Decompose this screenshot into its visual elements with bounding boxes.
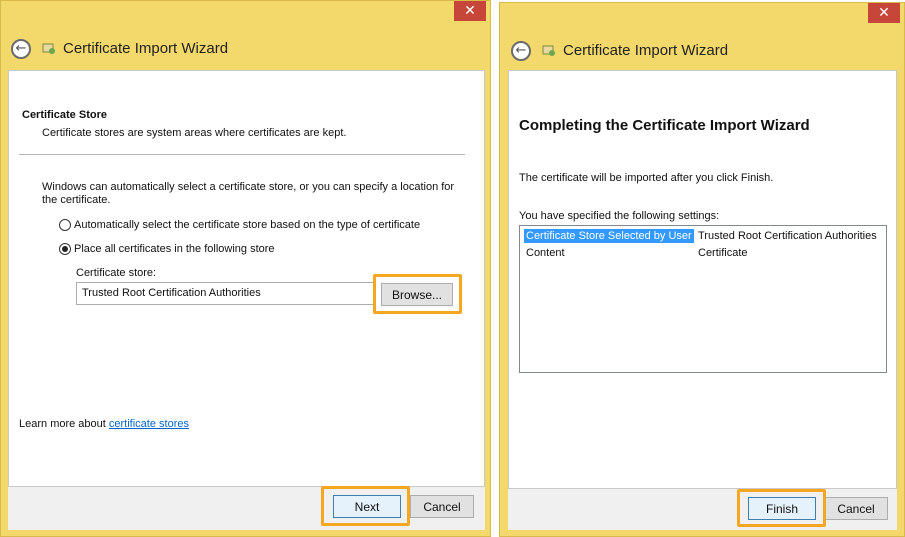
intro-text-line2: the certificate.: [42, 194, 111, 206]
cancel-button[interactable]: Cancel: [824, 497, 888, 520]
certificate-store-value: Trusted Root Certification Authorities: [82, 287, 261, 299]
separator: [19, 154, 465, 155]
certificate-store-label: Certificate store:: [76, 267, 157, 279]
browse-highlight-box: [373, 274, 462, 314]
settings-row-value: Trusted Root Certification Authorities: [698, 230, 877, 242]
learn-more-text: Learn more about certificate stores: [19, 418, 189, 430]
wizard-footer: Finish Cancel: [508, 489, 897, 530]
radio-place-in-store-label[interactable]: Place all certificates in the following …: [74, 243, 275, 255]
settings-label: You have specified the following setting…: [519, 210, 720, 222]
radio-auto-select[interactable]: [59, 219, 71, 231]
back-arrow-icon[interactable]: ←: [11, 39, 31, 59]
intro-text-line1: Windows can automatically select a certi…: [42, 181, 455, 193]
certificate-store-field[interactable]: Trusted Root Certification Authorities: [76, 282, 376, 305]
wizard-content-panel: Certificate Store Certificate stores are…: [8, 70, 485, 487]
cancel-button[interactable]: Cancel: [410, 495, 474, 518]
wizard-content-panel: Completing the Certificate Import Wizard…: [508, 70, 897, 489]
import-note: The certificate will be imported after y…: [519, 172, 774, 184]
finish-highlight-box: [737, 489, 826, 527]
close-button[interactable]: ✕: [868, 3, 900, 23]
section-description: Certificate stores are system areas wher…: [42, 127, 347, 139]
certificate-import-wizard-window-complete: ✕ ← Certificate Import Wizard Completing…: [499, 2, 905, 537]
settings-row-value: Certificate: [698, 247, 748, 259]
section-heading: Certificate Store: [22, 109, 107, 121]
close-button[interactable]: ✕: [454, 1, 486, 21]
radio-auto-select-label[interactable]: Automatically select the certificate sto…: [74, 219, 420, 231]
certificate-icon: [542, 45, 555, 56]
window-title: Certificate Import Wizard: [63, 40, 229, 57]
radio-place-in-store[interactable]: [59, 243, 71, 255]
settings-row-key[interactable]: Content: [526, 247, 565, 259]
next-highlight-box: [321, 486, 410, 526]
certificate-stores-link[interactable]: certificate stores: [109, 418, 189, 430]
learn-more-prefix: Learn more about: [19, 418, 109, 430]
window-title: Certificate Import Wizard: [563, 42, 729, 59]
settings-row-key[interactable]: Certificate Store Selected by User: [524, 229, 694, 243]
settings-list[interactable]: Certificate Store Selected by User Trust…: [519, 225, 887, 373]
wizard-footer: Next Cancel: [8, 487, 485, 530]
completion-heading: Completing the Certificate Import Wizard: [519, 117, 810, 134]
back-arrow-icon[interactable]: ←: [511, 41, 531, 61]
certificate-import-wizard-window-store: ✕ ← Certificate Import Wizard Certificat…: [0, 0, 491, 537]
certificate-icon: [42, 43, 55, 54]
